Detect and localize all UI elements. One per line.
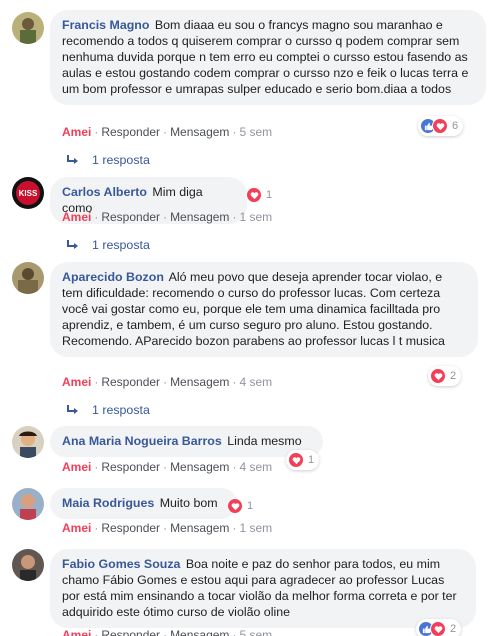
responder-button[interactable]: Responder [101,521,160,535]
comment-timestamp[interactable]: 1 sem [239,210,272,224]
comment-actions: Amei · Responder · Mensagem · 5 sem [62,628,272,636]
reactions-summary[interactable]: 2 [428,366,462,386]
reactions-summary[interactable]: 1 [225,496,258,516]
svg-text:KISS: KISS [19,189,38,198]
avatar[interactable] [12,12,44,44]
reply-arrow-icon [67,240,78,249]
comment-text: Linda mesmo [227,434,302,448]
amei-button[interactable]: Amei [62,460,91,474]
reactions-summary[interactable]: 2 [416,619,462,636]
reactions-summary[interactable]: 1 [286,450,320,470]
comment-timestamp[interactable]: 4 sem [239,460,272,474]
reaction-count: 1 [308,454,315,466]
mensagem-button[interactable]: Mensagem [170,521,229,535]
mensagem-button[interactable]: Mensagem [170,125,229,139]
comment-actions: Amei · Responder · Mensagem · 4 sem [62,375,273,389]
reaction-count: 2 [450,370,457,382]
reaction-count: 1 [247,500,254,512]
comment-author[interactable]: Maia Rodrigues [62,496,154,510]
mensagem-button[interactable]: Mensagem [170,375,229,389]
comment-text: Muito bom [159,496,218,510]
reaction-count: 6 [452,120,459,132]
comment-timestamp[interactable]: 1 sem [239,521,272,535]
mensagem-button[interactable]: Mensagem [170,460,229,474]
avatar[interactable] [12,549,44,581]
responder-button[interactable]: Responder [101,125,160,139]
comment-author[interactable]: Ana Maria Nogueira Barros [62,434,222,448]
comment-author[interactable]: Francis Magno [62,18,149,32]
comment-actions: Amei · Responder · Mensagem · 4 sem [62,460,273,474]
view-replies-link[interactable]: 1 resposta [66,238,150,252]
reply-arrow-icon [67,405,78,414]
avatar[interactable] [12,488,44,520]
replies-count[interactable]: 1 resposta [92,403,150,417]
comment-bubble: Aparecido Bozon Aló meu povo que deseja … [50,262,478,357]
amei-button[interactable]: Amei [62,210,91,224]
comment-timestamp[interactable]: 5 sem [239,628,272,636]
amei-button[interactable]: Amei [62,628,91,636]
love-icon [246,187,262,203]
comment-actions: Amei · Responder · Mensagem · 5 sem [62,125,273,139]
replies-count[interactable]: 1 resposta [92,153,150,167]
responder-button[interactable]: Responder [101,628,160,636]
avatar[interactable] [12,426,44,458]
comment-actions: Amei · Responder · Mensagem · 1 sem [62,521,273,535]
love-icon [430,368,446,384]
amei-button[interactable]: Amei [62,521,91,535]
comment-author[interactable]: Fabio Gomes Souza [62,557,180,571]
comment-actions: Amei · Responder · Mensagem · 1 sem [62,210,273,224]
comment-timestamp[interactable]: 4 sem [239,375,272,389]
love-icon [430,621,446,636]
view-replies-link[interactable]: 1 resposta [66,153,150,167]
love-icon [227,498,243,514]
view-replies-link[interactable]: 1 resposta [66,403,150,417]
reactions-summary[interactable]: 6 [418,116,464,136]
comment-timestamp[interactable]: 5 sem [239,125,272,139]
mensagem-button[interactable]: Mensagem [170,210,229,224]
reply-arrow-icon [67,155,78,164]
comment-bubble: Maia Rodrigues Muito bom [50,488,237,519]
love-icon [288,452,304,468]
comment-author[interactable]: Carlos Alberto [62,185,147,199]
comment-bubble: Francis Magno Bom diaaa eu sou o francys… [50,10,486,105]
avatar[interactable] [12,262,44,294]
comment-bubble: Ana Maria Nogueira Barros Linda mesmo [50,426,323,457]
mensagem-button[interactable]: Mensagem [170,628,229,636]
comment-author[interactable]: Aparecido Bozon [62,270,164,284]
avatar[interactable]: KISS [12,177,44,209]
reaction-count: 2 [450,623,457,635]
replies-count[interactable]: 1 resposta [92,238,150,252]
reaction-count: 1 [266,189,273,201]
responder-button[interactable]: Responder [101,375,160,389]
reactions-summary[interactable]: 1 [244,185,277,205]
amei-button[interactable]: Amei [62,125,91,139]
comment-bubble: Fabio Gomes Souza Boa noite e paz do sen… [50,549,476,628]
amei-button[interactable]: Amei [62,375,91,389]
responder-button[interactable]: Responder [101,210,160,224]
love-icon [432,118,448,134]
responder-button[interactable]: Responder [101,460,160,474]
